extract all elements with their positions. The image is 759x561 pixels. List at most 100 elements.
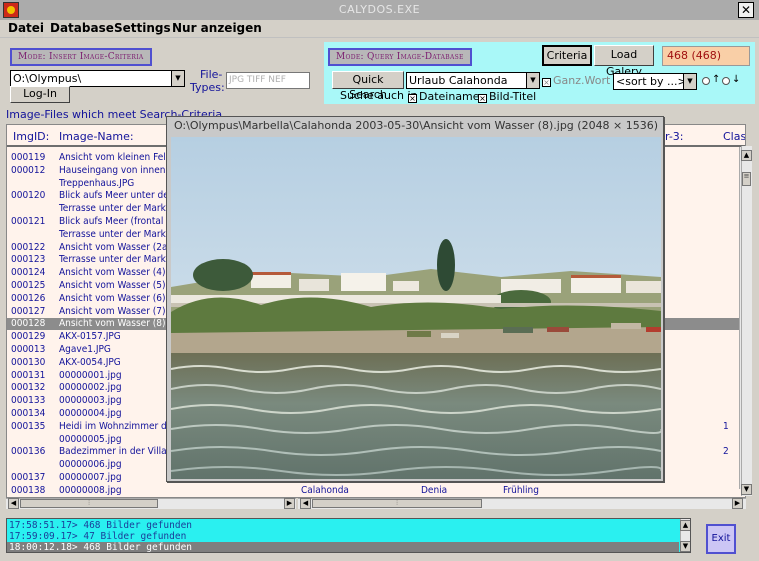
search-value: Urlaub Calahonda bbox=[409, 74, 508, 87]
scroll-up-icon[interactable]: ▲ bbox=[680, 520, 690, 531]
scroll-thumb[interactable]: ≡ bbox=[742, 172, 751, 186]
menu-bar: Datei Database Settings Nur anzeigen bbox=[0, 20, 759, 38]
scroll-down-icon[interactable]: ▼ bbox=[680, 541, 690, 552]
chevron-down-icon[interactable]: ▼ bbox=[526, 73, 539, 88]
ganz-wort-checkbox[interactable]: × Ganz.Wort bbox=[542, 74, 610, 87]
row-image-name: 00000007.jpg bbox=[59, 472, 122, 483]
insert-panel: Mode: Insert Image-Criteria O:\Olympus\ … bbox=[6, 42, 321, 104]
load-gallery-button[interactable]: Load Galery bbox=[594, 45, 654, 78]
dateiname-label: Dateiname bbox=[419, 90, 480, 103]
search-combo[interactable]: Urlaub Calahonda ▼ bbox=[406, 72, 540, 89]
log-scrollbar[interactable]: ▲ ▼ bbox=[680, 519, 690, 552]
horizontal-scrollbar-left[interactable]: ◀ ⫶ ▶ bbox=[6, 498, 296, 509]
arrow-up-icon: ↑ bbox=[712, 74, 721, 85]
sort-direction: ↑ ↓ bbox=[702, 74, 754, 87]
row-imgid: 000119 bbox=[11, 152, 46, 163]
chevron-down-icon[interactable]: ▼ bbox=[171, 71, 184, 86]
filetypes-field[interactable]: JPG TIFF NEF bbox=[226, 72, 310, 89]
menu-database[interactable]: Database bbox=[50, 21, 114, 35]
row-image-name: Ansicht vom Wasser (7) bbox=[59, 305, 166, 317]
column-header-class[interactable]: Class: bbox=[723, 130, 745, 143]
quick-search-button[interactable]: Quick Search bbox=[332, 71, 404, 101]
row-class: 1 bbox=[723, 420, 729, 432]
log-panel[interactable]: 17:58:51.17> 468 Bilder gefunden 17:59:0… bbox=[6, 518, 691, 553]
row-image-name: Blick aufs Meer (frontal bbox=[59, 216, 164, 227]
row-image-name: 00000001.jpg bbox=[59, 369, 122, 381]
row-image-name: Agave1.JPG bbox=[59, 344, 111, 355]
column-header-image-name[interactable]: Image-Name: bbox=[59, 130, 134, 143]
scroll-right-icon[interactable]: ▶ bbox=[284, 498, 295, 509]
row-image-name: Heidi im Wohnzimmer d bbox=[59, 420, 167, 432]
dateiname-checkbox[interactable]: × Dateiname bbox=[408, 90, 480, 103]
insert-mode-label: Mode: Insert Image-Criteria bbox=[10, 48, 152, 66]
row-imgid: 000120 bbox=[11, 190, 46, 202]
row-imgid: 000124 bbox=[11, 267, 46, 279]
row-image-name: Badezimmer in der Villa bbox=[59, 446, 167, 458]
log-line: 17:58:51.17> 468 Bilder gefunden bbox=[9, 520, 193, 531]
vertical-scrollbar[interactable]: ▲ ≡ ▼ bbox=[741, 146, 752, 496]
menu-datei[interactable]: Datei bbox=[8, 21, 44, 35]
row-imgid: 000127 bbox=[11, 305, 46, 317]
row-image-name: Ansicht vom Wasser (6) bbox=[59, 292, 166, 304]
row-imgid: 000126 bbox=[11, 292, 46, 304]
sort-combo[interactable]: <sort by ...> ▼ bbox=[613, 73, 697, 90]
row-image-name: Ansicht vom Wasser (2a bbox=[59, 241, 168, 253]
login-button[interactable]: Log-In bbox=[10, 86, 70, 103]
sort-asc-radio[interactable] bbox=[702, 77, 710, 85]
row-image-name: AKX-0054.JPG bbox=[59, 356, 121, 368]
row-image-name: Blick aufs Meer unter de bbox=[59, 190, 169, 202]
result-count: 468 (468) bbox=[662, 46, 750, 66]
scroll-up-icon[interactable]: ▲ bbox=[741, 150, 752, 161]
sort-desc-radio[interactable] bbox=[722, 77, 730, 85]
row-imgid: 000128 bbox=[11, 318, 46, 330]
row-class: 2 bbox=[723, 446, 729, 458]
scroll-left-icon[interactable]: ◀ bbox=[300, 498, 311, 509]
query-mode-label: Mode: Query Image-Database bbox=[328, 48, 472, 66]
row-image-name: Ansicht vom Wasser (8) bbox=[59, 318, 166, 330]
close-button[interactable]: ✕ bbox=[738, 2, 754, 18]
image-preview-window[interactable]: O:\Olympus\Marbella\Calahonda 2003-05-30… bbox=[166, 116, 664, 482]
checkbox-box[interactable]: × bbox=[408, 94, 417, 103]
scroll-right-icon[interactable]: ▶ bbox=[732, 498, 743, 509]
row-image-name: Ansicht vom kleinen Fel bbox=[59, 152, 166, 163]
scroll-down-icon[interactable]: ▼ bbox=[741, 484, 752, 495]
row-image-name: Terrasse unter der Mark bbox=[59, 228, 166, 240]
criteria-button[interactable]: Criteria bbox=[542, 45, 592, 66]
row-image-name: Treppenhaus.JPG bbox=[59, 177, 135, 189]
bild-titel-checkbox[interactable]: × Bild-Titel bbox=[478, 90, 536, 103]
preview-photo bbox=[171, 137, 661, 479]
hscroll-thumb-right[interactable]: ⫶ bbox=[312, 499, 482, 508]
row-image-name: 00000004.jpg bbox=[59, 408, 122, 419]
bild-titel-label: Bild-Titel bbox=[489, 90, 537, 103]
window-title: CALYDOS.EXE bbox=[338, 3, 421, 16]
row-image-name: Hauseingang von innen bbox=[59, 164, 166, 176]
row-image-name: 00000002.jpg bbox=[59, 382, 122, 394]
ganz-wort-label: Ganz.Wort bbox=[553, 74, 611, 87]
log-line: 17:59:09.17> 47 Bilder gefunden bbox=[9, 531, 187, 542]
checkbox-box[interactable]: × bbox=[542, 78, 551, 87]
suche-auch-in-label: Suche auch in bbox=[340, 89, 418, 102]
sort-value: <sort by ...> bbox=[616, 75, 687, 88]
log-line-selected: 18:00:12.18> 468 Bilder gefunden bbox=[7, 542, 679, 552]
path-value: O:\Olympus\ bbox=[13, 72, 82, 85]
row-image-name: Ansicht vom Wasser (5) bbox=[59, 280, 166, 291]
table-row[interactable]: 000138 00000008.jpg Calahonda Denia Frühling bbox=[7, 485, 743, 497]
path-combo[interactable]: O:\Olympus\ ▼ bbox=[10, 70, 185, 87]
filetypes-label-2: Types: bbox=[190, 81, 225, 94]
column-header-imgid[interactable]: ImgID: bbox=[13, 130, 49, 143]
hscroll-thumb-left[interactable]: ⫶ bbox=[20, 499, 158, 508]
row-image-name: 00000008.jpg bbox=[59, 484, 122, 496]
horizontal-scrollbar-right[interactable]: ◀ ⫶ ▶ bbox=[298, 498, 746, 509]
app-window: CALYDOS.EXE ✕ Datei Database Settings Nu… bbox=[0, 0, 759, 561]
row-imgid: 000135 bbox=[11, 420, 46, 432]
arrow-down-icon: ↓ bbox=[732, 74, 741, 85]
scroll-left-icon[interactable]: ◀ bbox=[8, 498, 19, 509]
chevron-down-icon[interactable]: ▼ bbox=[683, 74, 696, 89]
checkbox-box[interactable]: × bbox=[478, 94, 487, 103]
menu-settings[interactable]: Settings bbox=[114, 21, 171, 35]
column-header-criteria3[interactable]: r-3: bbox=[665, 130, 684, 143]
row-image-name: Terrasse unter der Mark bbox=[59, 254, 166, 266]
menu-nur-anzeigen[interactable]: Nur anzeigen bbox=[172, 21, 262, 35]
row-imgid: 000137 bbox=[11, 472, 46, 483]
exit-button[interactable]: Exit bbox=[706, 524, 736, 554]
